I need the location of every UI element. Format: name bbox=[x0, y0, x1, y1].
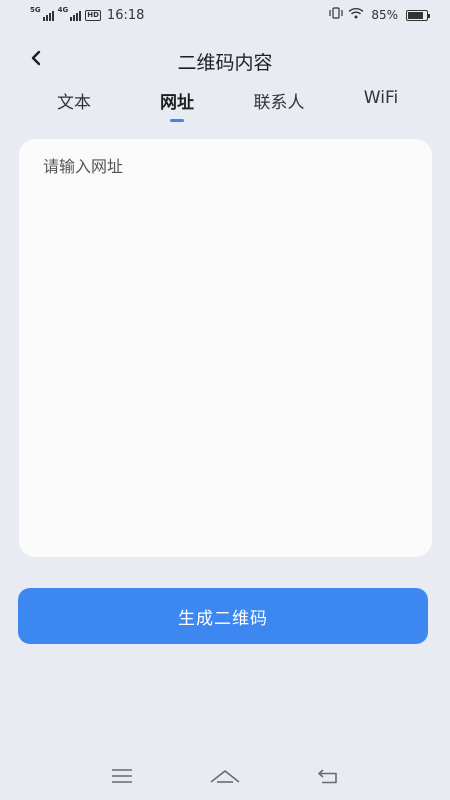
tab-url[interactable]: 网址 bbox=[160, 88, 194, 113]
vibrate-icon bbox=[328, 7, 344, 23]
input-card bbox=[19, 139, 432, 557]
generate-qrcode-button[interactable]: 生成二维码 bbox=[18, 588, 428, 644]
wifi-icon bbox=[348, 7, 364, 23]
nav-home-button[interactable] bbox=[205, 763, 245, 793]
nav-back-button[interactable] bbox=[308, 763, 348, 793]
status-left: 5G 4G HD 16:18 bbox=[30, 6, 145, 23]
screen: 5G 4G HD 16:18 85% 二维码内容 文本 网址 联系人 WiFi … bbox=[0, 0, 450, 800]
menu-icon bbox=[111, 768, 133, 787]
signal-2-label: 4G bbox=[57, 6, 69, 14]
hd-badge: HD bbox=[85, 9, 101, 21]
page-title: 二维码内容 bbox=[177, 52, 273, 74]
status-time: 16:18 bbox=[106, 7, 145, 23]
active-tab-indicator bbox=[170, 119, 184, 122]
status-right: 85% bbox=[328, 7, 430, 23]
signal-2-icon bbox=[70, 9, 82, 21]
nav-menu-button[interactable] bbox=[102, 763, 142, 793]
tab-text[interactable]: 文本 bbox=[57, 88, 91, 113]
return-icon bbox=[317, 768, 339, 788]
system-nav-bar bbox=[0, 755, 450, 800]
signal-1-icon bbox=[42, 9, 54, 21]
battery-fill bbox=[408, 11, 424, 19]
signal-1-label: 5G bbox=[30, 6, 41, 14]
battery-percent: 85% bbox=[371, 8, 398, 22]
header: 二维码内容 bbox=[0, 40, 450, 80]
home-icon bbox=[209, 768, 241, 788]
tab-contact[interactable]: 联系人 bbox=[254, 88, 305, 113]
url-input[interactable] bbox=[19, 139, 432, 557]
status-bar: 5G 4G HD 16:18 85% bbox=[0, 0, 450, 30]
tab-bar: 文本 网址 联系人 WiFi bbox=[0, 88, 450, 124]
battery-icon bbox=[406, 9, 430, 21]
tab-wifi[interactable]: WiFi bbox=[364, 88, 398, 108]
